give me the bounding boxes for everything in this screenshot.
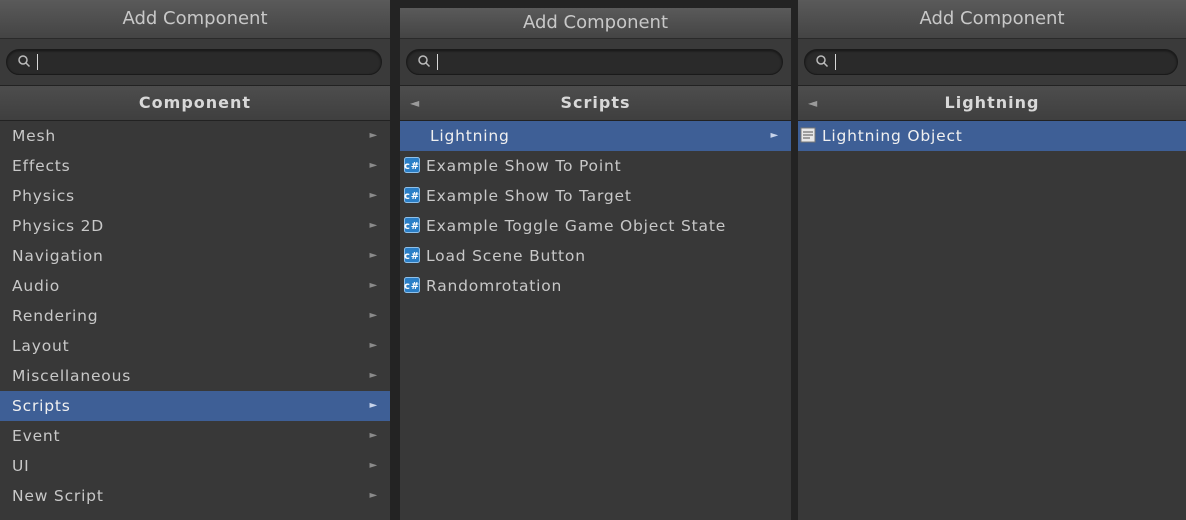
panel-component: Add Component Component Mesh ► Effects ► P… bbox=[0, 0, 390, 520]
arrow-right-icon: ► bbox=[369, 190, 378, 201]
add-component-windows: Add Component Component Mesh ► Effects ► P… bbox=[0, 0, 1186, 520]
search-row bbox=[400, 39, 791, 85]
category-header-label: Component bbox=[138, 93, 252, 112]
search-input[interactable] bbox=[6, 49, 382, 75]
search-input[interactable] bbox=[406, 49, 783, 75]
script-item-example-toggle-game-object-state[interactable]: c# Example Toggle Game Object State bbox=[400, 211, 791, 241]
category-header: Component bbox=[0, 85, 390, 121]
arrow-right-icon: ► bbox=[369, 490, 378, 501]
search-row bbox=[0, 39, 390, 85]
svg-text:c#: c# bbox=[404, 281, 420, 292]
script-item-label: Example Show To Target bbox=[426, 187, 632, 205]
category-header-label: Scripts bbox=[560, 93, 631, 112]
menu-item-ui[interactable]: UI ► bbox=[0, 451, 390, 481]
menu-item-scripts[interactable]: Scripts ► bbox=[0, 391, 390, 421]
text-caret bbox=[437, 54, 438, 70]
menu-item-label: New Script bbox=[12, 487, 104, 505]
window-title: Add Component bbox=[0, 0, 390, 39]
csharp-script-icon: c# bbox=[404, 247, 420, 263]
category-header-label: Lightning bbox=[944, 93, 1040, 112]
svg-text:c#: c# bbox=[404, 191, 420, 202]
search-row bbox=[798, 39, 1186, 85]
script-item-label: Example Show To Point bbox=[426, 157, 622, 175]
menu-item-label: Effects bbox=[12, 157, 71, 175]
arrow-left-icon[interactable]: ◄ bbox=[410, 86, 420, 120]
menu-item-effects[interactable]: Effects ► bbox=[0, 151, 390, 181]
window-title: Add Component bbox=[798, 0, 1186, 39]
search-input[interactable] bbox=[804, 49, 1178, 75]
arrow-right-icon: ► bbox=[369, 160, 378, 171]
arrow-right-icon: ► bbox=[369, 250, 378, 261]
menu-item-label: Scripts bbox=[12, 397, 71, 415]
menu-item-navigation[interactable]: Navigation ► bbox=[0, 241, 390, 271]
menu-item-label: Miscellaneous bbox=[12, 367, 132, 385]
component-item-lightning-object[interactable]: Lightning Object bbox=[798, 121, 1186, 151]
svg-text:c#: c# bbox=[404, 251, 420, 262]
text-caret bbox=[37, 54, 38, 70]
csharp-script-icon: c# bbox=[404, 217, 420, 233]
menu-item-label: Layout bbox=[12, 337, 70, 355]
category-header: ◄ Scripts bbox=[400, 85, 791, 121]
script-item-example-show-to-target[interactable]: c# Example Show To Target bbox=[400, 181, 791, 211]
category-header: ◄ Lightning bbox=[798, 85, 1186, 121]
menu-item-label: Lightning bbox=[430, 127, 510, 145]
script-item-label: Example Toggle Game Object State bbox=[426, 217, 727, 235]
menu-item-label: Rendering bbox=[12, 307, 99, 325]
panel-lightning: Add Component ◄ Lightning Lightning Obje… bbox=[798, 0, 1186, 520]
menu-item-label: Physics bbox=[12, 187, 75, 205]
arrow-right-icon: ► bbox=[369, 310, 378, 321]
menu-item-miscellaneous[interactable]: Miscellaneous ► bbox=[0, 361, 390, 391]
scripts-list: Lightning ► c# Example Show To Point c# Exa… bbox=[400, 121, 791, 520]
arrow-right-icon: ► bbox=[369, 280, 378, 291]
svg-text:c#: c# bbox=[404, 221, 420, 232]
script-item-randomrotation[interactable]: c# Randomrotation bbox=[400, 271, 791, 301]
menu-item-rendering[interactable]: Rendering ► bbox=[0, 301, 390, 331]
menu-item-event[interactable]: Event ► bbox=[0, 421, 390, 451]
menu-item-mesh[interactable]: Mesh ► bbox=[0, 121, 390, 151]
document-icon bbox=[800, 127, 816, 143]
menu-item-label: Physics 2D bbox=[12, 217, 105, 235]
menu-item-new-script[interactable]: New Script ► bbox=[0, 481, 390, 511]
menu-item-physics-2d[interactable]: Physics 2D ► bbox=[0, 211, 390, 241]
panel-scripts: Add Component ◄ Scripts Lightning ► c# Exa… bbox=[400, 8, 791, 520]
menu-item-physics[interactable]: Physics ► bbox=[0, 181, 390, 211]
menu-item-label: Event bbox=[12, 427, 61, 445]
menu-item-layout[interactable]: Layout ► bbox=[0, 331, 390, 361]
arrow-right-icon: ► bbox=[369, 460, 378, 471]
script-item-example-show-to-point[interactable]: c# Example Show To Point bbox=[400, 151, 791, 181]
component-list: Mesh ► Effects ► Physics ► Physics 2D ► Navi… bbox=[0, 121, 390, 520]
script-item-label: Load Scene Button bbox=[426, 247, 586, 265]
csharp-script-icon: c# bbox=[404, 277, 420, 293]
window-title: Add Component bbox=[400, 8, 791, 39]
arrow-right-icon: ► bbox=[369, 340, 378, 351]
menu-item-label: Navigation bbox=[12, 247, 104, 265]
menu-item-audio[interactable]: Audio ► bbox=[0, 271, 390, 301]
menu-item-label: Audio bbox=[12, 277, 61, 295]
csharp-script-icon: c# bbox=[404, 187, 420, 203]
lightning-list: Lightning Object bbox=[798, 121, 1186, 520]
arrow-right-icon: ► bbox=[369, 400, 378, 411]
menu-item-lightning[interactable]: Lightning ► bbox=[400, 121, 791, 151]
search-icon bbox=[418, 55, 431, 68]
search-icon bbox=[816, 55, 829, 68]
component-item-label: Lightning Object bbox=[822, 127, 963, 145]
arrow-right-icon: ► bbox=[770, 130, 779, 141]
arrow-right-icon: ► bbox=[369, 130, 378, 141]
csharp-script-icon: c# bbox=[404, 157, 420, 173]
search-icon bbox=[18, 55, 31, 68]
menu-item-label: UI bbox=[12, 457, 30, 475]
arrow-right-icon: ► bbox=[369, 370, 378, 381]
svg-text:c#: c# bbox=[404, 161, 420, 172]
script-item-load-scene-button[interactable]: c# Load Scene Button bbox=[400, 241, 791, 271]
arrow-right-icon: ► bbox=[369, 430, 378, 441]
text-caret bbox=[835, 54, 836, 70]
arrow-left-icon[interactable]: ◄ bbox=[808, 86, 818, 120]
arrow-right-icon: ► bbox=[369, 220, 378, 231]
script-item-label: Randomrotation bbox=[426, 277, 563, 295]
menu-item-label: Mesh bbox=[12, 127, 57, 145]
